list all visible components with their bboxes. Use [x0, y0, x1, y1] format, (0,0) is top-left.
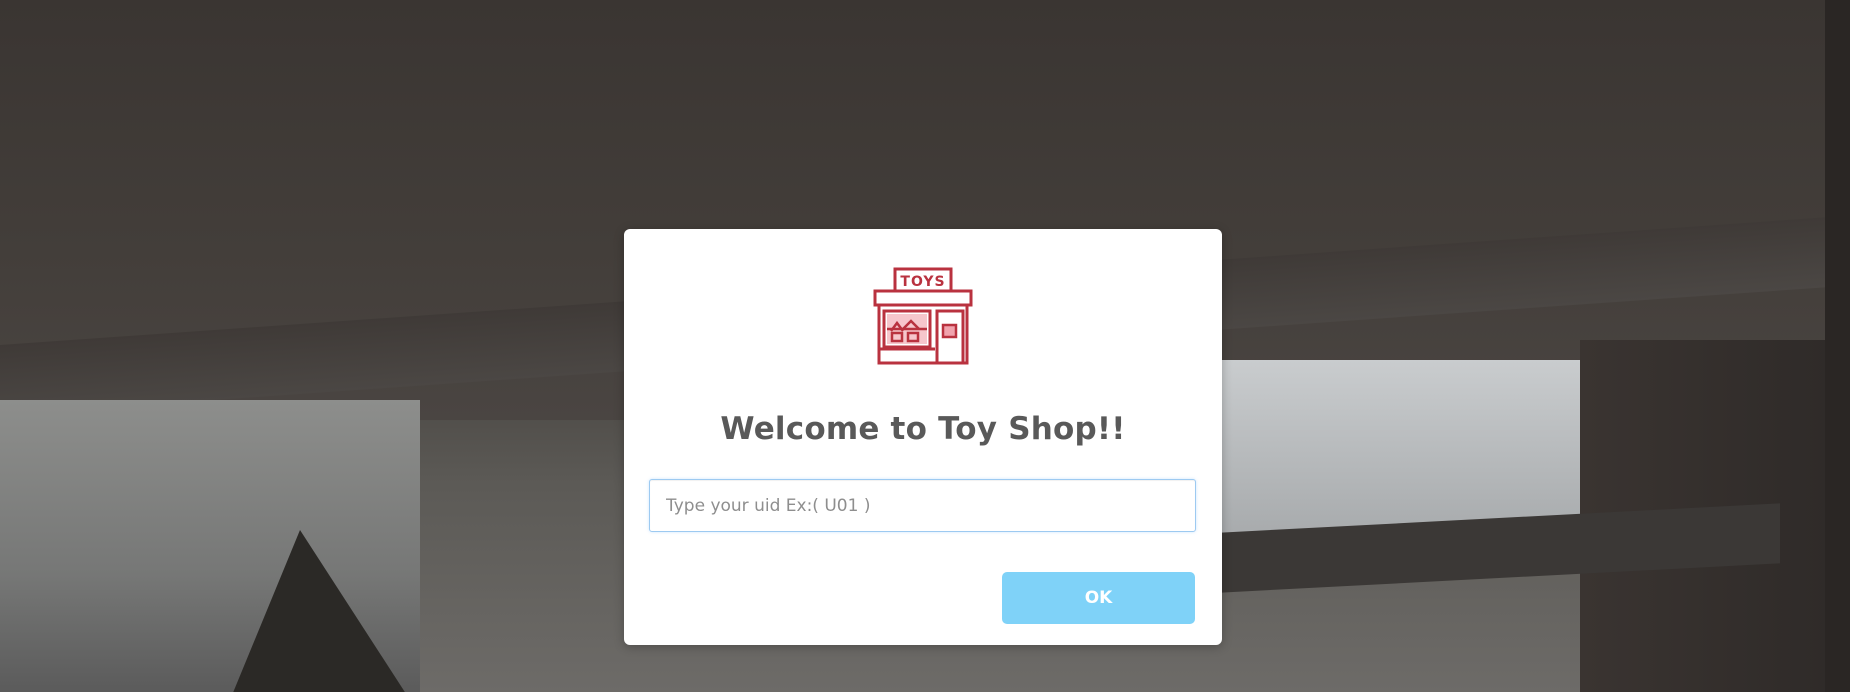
right-edge — [1825, 0, 1850, 692]
welcome-modal: TOYS Welcome to Toy Shop!! OK — [624, 229, 1222, 645]
dark-shape — [230, 530, 410, 692]
ok-button[interactable]: OK — [1002, 572, 1195, 624]
uid-input[interactable] — [649, 479, 1196, 532]
toy-shop-storefront-icon: TOYS — [873, 267, 973, 365]
modal-title: Welcome to Toy Shop!! — [720, 411, 1126, 447]
toy-shop-sign-text: TOYS — [900, 274, 945, 290]
